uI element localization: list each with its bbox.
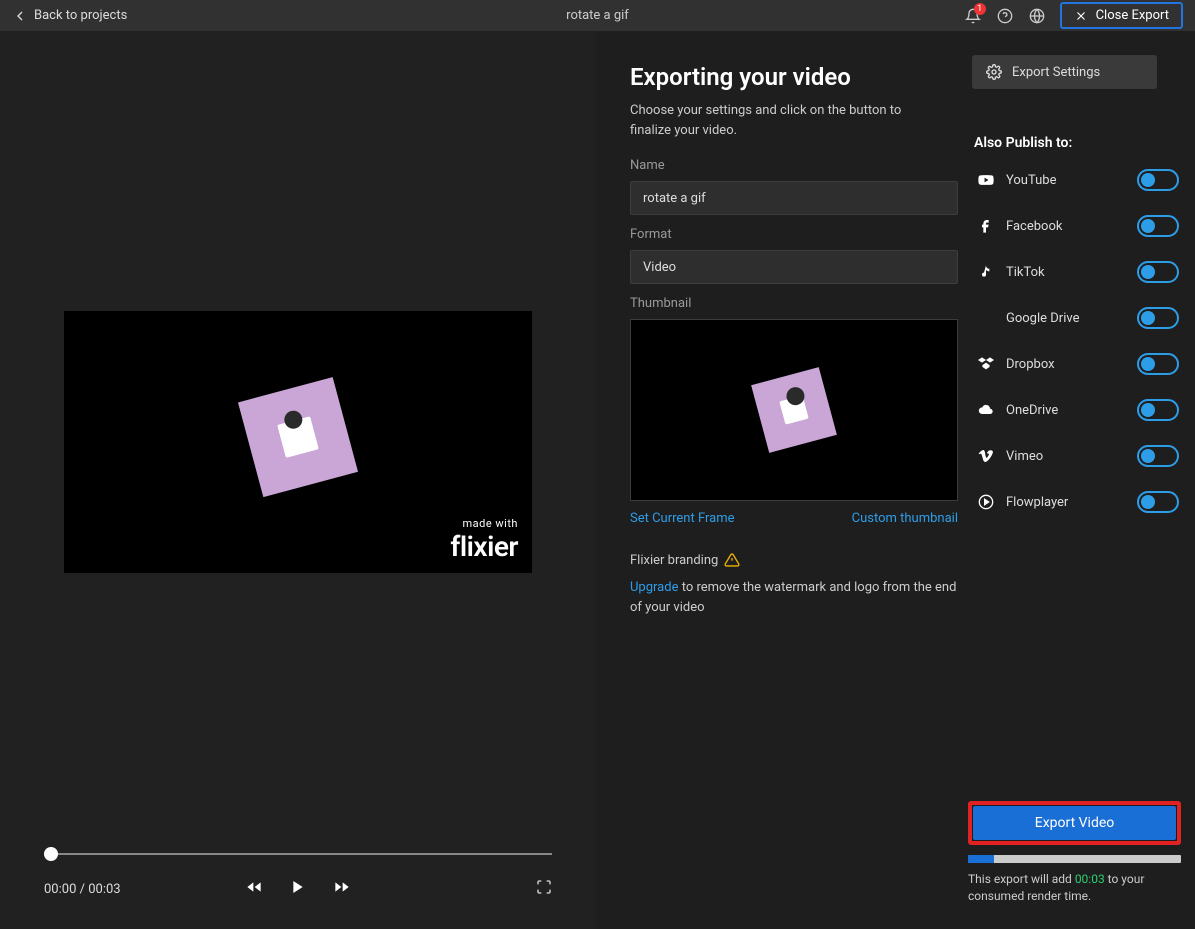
render-progress (968, 855, 1181, 863)
also-publish-heading: Also Publish to: (974, 135, 1179, 151)
export-video-button[interactable]: Export Video (973, 806, 1176, 840)
cup-graphic (277, 416, 319, 458)
tiktok-icon (976, 262, 996, 282)
close-icon (1074, 9, 1088, 23)
settings-column: Exporting your video Choose your setting… (596, 31, 966, 929)
chevron-left-icon (12, 8, 28, 24)
toggle-youtube[interactable] (1137, 169, 1179, 191)
format-label: Format (630, 227, 944, 242)
back-label: Back to projects (34, 8, 127, 23)
scrub-thumb[interactable] (44, 847, 58, 861)
publish-item-tiktok: TikTok (972, 261, 1179, 283)
help-icon[interactable] (996, 7, 1014, 25)
play-button[interactable] (290, 879, 306, 899)
thumbnail-content (751, 367, 837, 453)
render-note: This export will add 00:03 to your consu… (968, 871, 1181, 905)
export-heading: Exporting your video (630, 63, 944, 91)
publish-label: Vimeo (1006, 449, 1043, 464)
preview-canvas: made with flixier (0, 31, 596, 853)
publish-column: Export Settings Also Publish to: YouTube… (966, 31, 1191, 929)
time-display: 00:00 / 00:03 (44, 882, 121, 897)
name-input[interactable]: rotate a gif (630, 181, 958, 215)
thumbnail-label: Thumbnail (630, 296, 944, 311)
preview-pane: made with flixier 00:00 / 00:03 (0, 31, 596, 929)
publish-label: TikTok (1006, 265, 1045, 280)
upgrade-link[interactable]: Upgrade (630, 580, 678, 595)
preview-content (238, 377, 358, 497)
publish-item-onedrive: OneDrive (972, 399, 1179, 421)
watermark-small: made with (450, 517, 518, 530)
publish-label: Google Drive (1006, 311, 1079, 326)
publish-item-facebook: Facebook (972, 215, 1179, 237)
flowplayer-icon (976, 492, 996, 512)
forward-button[interactable] (334, 879, 350, 899)
publish-label: Flowplayer (1006, 495, 1068, 510)
publish-label: YouTube (1006, 173, 1057, 188)
toggle-onedrive[interactable] (1137, 399, 1179, 421)
project-title: rotate a gif (566, 8, 629, 23)
toggle-vimeo[interactable] (1137, 445, 1179, 467)
thumbnail-preview[interactable] (630, 319, 958, 501)
language-icon[interactable] (1028, 7, 1046, 25)
publish-item-youtube: YouTube (972, 169, 1179, 191)
name-label: Name (630, 158, 944, 173)
export-settings-label: Export Settings (1012, 65, 1100, 80)
branding-label: Flixier branding (630, 553, 718, 568)
custom-thumbnail-link[interactable]: Custom thumbnail (852, 511, 958, 526)
watermark: made with flixier (450, 517, 518, 563)
youtube-icon (976, 170, 996, 190)
play-controls (246, 879, 350, 899)
player-controls: 00:00 / 00:03 (0, 853, 596, 929)
export-button-highlight: Export Video (968, 801, 1181, 845)
publish-label: Facebook (1006, 219, 1062, 234)
export-panel: Exporting your video Choose your setting… (596, 31, 1195, 929)
scrub-bar[interactable] (44, 853, 552, 855)
upgrade-text: Upgrade to remove the watermark and logo… (630, 578, 958, 617)
googledrive-icon (976, 308, 996, 328)
vimeo-icon (976, 446, 996, 466)
back-to-projects-button[interactable]: Back to projects (12, 8, 127, 24)
toggle-flowplayer[interactable] (1137, 491, 1179, 513)
publish-item-vimeo: Vimeo (972, 445, 1179, 467)
publish-item-dropbox: Dropbox (972, 353, 1179, 375)
rewind-button[interactable] (246, 879, 262, 899)
warning-icon (724, 552, 740, 568)
export-settings-button[interactable]: Export Settings (972, 55, 1157, 89)
publish-label: Dropbox (1006, 357, 1055, 372)
close-export-label: Close Export (1096, 8, 1169, 23)
topbar-right: 1 Close Export (964, 2, 1183, 29)
publish-item-googledrive: Google Drive (972, 307, 1179, 329)
notifications-icon[interactable]: 1 (964, 7, 982, 25)
video-preview[interactable]: made with flixier (64, 311, 532, 573)
export-footer: Export Video This export will add 00:03 … (968, 801, 1181, 905)
export-description: Choose your settings and click on the bu… (630, 101, 944, 140)
toggle-tiktok[interactable] (1137, 261, 1179, 283)
render-progress-fill (968, 855, 994, 863)
publish-item-flowplayer: Flowplayer (972, 491, 1179, 513)
format-select[interactable]: Video (630, 250, 958, 284)
close-export-button[interactable]: Close Export (1060, 2, 1183, 29)
watermark-brand: flixier (450, 530, 518, 563)
dropbox-icon (976, 354, 996, 374)
cup-graphic (779, 395, 808, 424)
fullscreen-button[interactable] (536, 879, 552, 899)
toggle-facebook[interactable] (1137, 215, 1179, 237)
toggle-dropbox[interactable] (1137, 353, 1179, 375)
main: made with flixier 00:00 / 00:03 (0, 31, 1195, 929)
set-current-frame-link[interactable]: Set Current Frame (630, 511, 735, 526)
onedrive-icon (976, 400, 996, 420)
toggle-googledrive[interactable] (1137, 307, 1179, 329)
notification-badge: 1 (974, 3, 986, 15)
gear-icon (986, 64, 1002, 80)
topbar: Back to projects rotate a gif 1 Close Ex… (0, 0, 1195, 31)
publish-label: OneDrive (1006, 403, 1058, 418)
facebook-icon (976, 216, 996, 236)
